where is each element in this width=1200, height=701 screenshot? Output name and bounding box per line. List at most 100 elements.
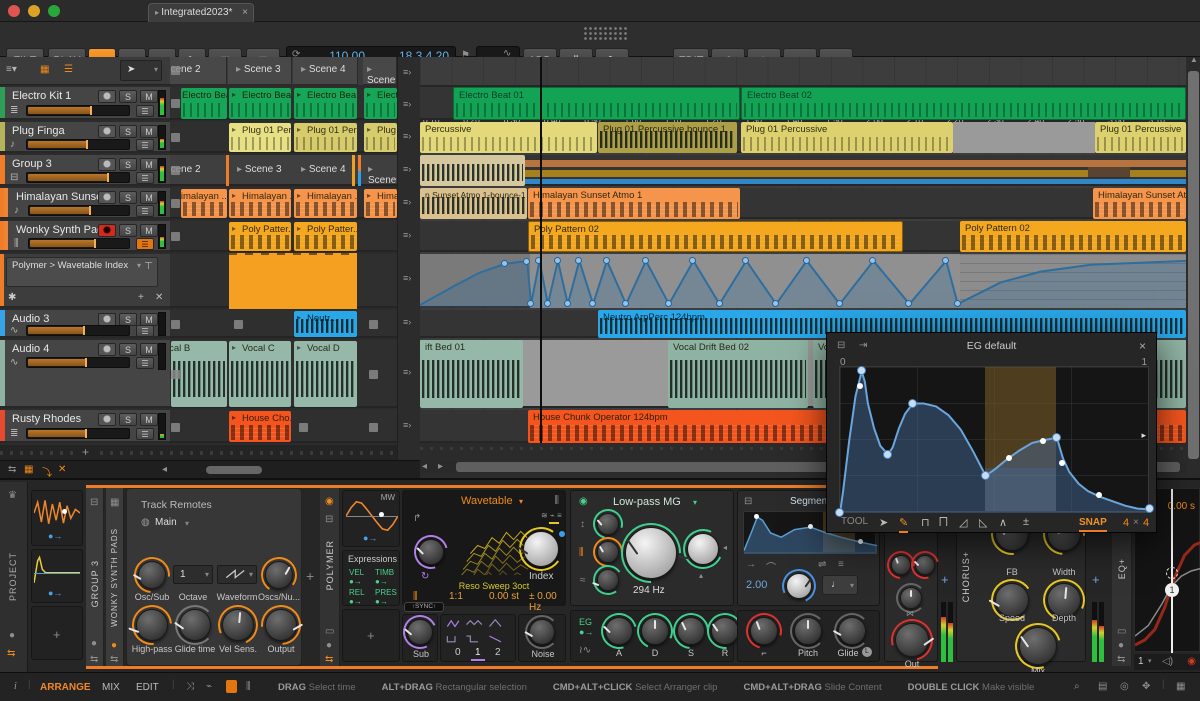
routing-icon[interactable]: ⇆ xyxy=(1117,654,1125,665)
knob-mini-icon[interactable]: ● xyxy=(1118,640,1124,651)
routing-icon[interactable]: ⇆ xyxy=(7,648,15,659)
track-menu-button[interactable]: ☰ xyxy=(136,205,154,217)
launcher-clip[interactable]: ▸Plug 01 Per... xyxy=(294,123,357,152)
launcher-clip[interactable]: Electro Bea...▸ xyxy=(181,88,227,119)
sub-octave-2[interactable]: 2 xyxy=(495,647,501,658)
osc-ratio[interactable]: 1:1 xyxy=(449,591,463,602)
track-name[interactable]: Electro Kit 1 xyxy=(12,90,71,102)
launcher-hscrollbar[interactable] xyxy=(206,466,262,474)
arranger-clip-group-audio[interactable] xyxy=(420,155,525,186)
launcher-clip-automation-region[interactable] xyxy=(229,253,357,309)
sustain-knob[interactable] xyxy=(665,605,717,657)
mod-amount-dot[interactable] xyxy=(559,531,565,537)
track-name[interactable]: Wonky Synth Pads xyxy=(16,224,109,236)
clip-color-icon[interactable] xyxy=(226,680,237,693)
routing-icon[interactable]: ⇆ xyxy=(110,654,118,665)
insert-down-icon[interactable]: ⤵ xyxy=(42,464,52,479)
insert-device-plus[interactable]: + xyxy=(941,572,949,587)
square-shape-icon[interactable]: ⊓ xyxy=(921,516,930,529)
ramp-down-shape-icon[interactable]: ◺ xyxy=(979,516,987,529)
launcher-clip[interactable]: ▸House Cho... xyxy=(229,411,291,442)
triangle-shape-icon[interactable]: ∧ xyxy=(999,516,1007,529)
speed-knob[interactable] xyxy=(987,575,1037,625)
track-name[interactable]: Audio 4 xyxy=(12,343,49,355)
power-icon[interactable]: ◉ xyxy=(325,496,334,507)
mute-button[interactable]: M xyxy=(140,158,158,171)
routing-icon[interactable]: ⇆ xyxy=(90,654,98,665)
curve-point[interactable] xyxy=(664,300,672,308)
close-icon[interactable]: × xyxy=(1139,339,1146,353)
volume-slider[interactable] xyxy=(28,205,130,216)
glide-legato-badge[interactable]: L xyxy=(862,647,872,657)
launcher-clip[interactable]: ▸Electro Bea... xyxy=(364,88,397,119)
lane-expand-icon[interactable]: ≡› xyxy=(403,99,411,109)
plus-minus-icon[interactable]: ± xyxy=(1023,516,1029,528)
steps-icon[interactable]: ≡ xyxy=(838,559,844,570)
mix-knob[interactable] xyxy=(1006,614,1070,678)
knob-mini-icon[interactable]: ● xyxy=(9,630,15,641)
automation-mode-icon[interactable]: ✱ xyxy=(8,292,16,303)
modulation-arrow-icon[interactable]: ●→ xyxy=(363,533,377,543)
glide-time-knob[interactable] xyxy=(174,605,215,645)
lane-expand-icon[interactable]: ≡› xyxy=(403,420,411,430)
cycle-icon[interactable]: ↻ xyxy=(421,571,429,582)
track-name[interactable]: Plug Finga xyxy=(12,125,65,137)
track-menu-button-active[interactable]: ☰ xyxy=(136,238,154,250)
polymer-add-mod[interactable]: + xyxy=(342,609,400,662)
swap-icon[interactable]: ⇆ xyxy=(8,464,16,475)
clip-stop-button[interactable] xyxy=(171,370,180,379)
segments-rate-value[interactable]: 2.00 xyxy=(746,579,767,591)
clip-stop-button[interactable] xyxy=(369,423,378,432)
volume-slider[interactable] xyxy=(26,357,130,368)
osc-detune-st[interactable]: 0.00 st xyxy=(489,591,519,602)
attack-knob[interactable] xyxy=(594,606,644,656)
osc-sub-knob[interactable] xyxy=(126,549,178,601)
routing-icon[interactable]: ⇆ xyxy=(325,654,333,665)
track-header-electro-kit[interactable]: Electro Kit 1 S M ≣ ☰ xyxy=(0,87,170,120)
volume-slider[interactable] xyxy=(26,139,130,150)
group-scene-cell[interactable]: ▸ Scene 4 xyxy=(293,155,351,186)
arm-button[interactable] xyxy=(98,90,116,103)
clip-stop-button[interactable] xyxy=(171,423,180,432)
volume-slider[interactable] xyxy=(26,428,130,439)
volume-slider[interactable] xyxy=(26,105,130,116)
panel-icon[interactable]: ▭ xyxy=(1117,626,1126,637)
zoom-window-button[interactable] xyxy=(48,5,60,17)
arm-button-armed[interactable] xyxy=(98,224,116,237)
project-modulator-wave[interactable]: ●→ xyxy=(31,490,83,546)
hand-tool-icon[interactable]: ✥ xyxy=(1142,681,1150,692)
curve-point[interactable] xyxy=(641,256,649,264)
tool-selector[interactable]: ➤ ▾ xyxy=(120,60,162,81)
launcher-clip[interactable]: ▸Electro Bea... xyxy=(229,88,291,119)
mute-button[interactable]: M xyxy=(140,224,158,237)
solo-button[interactable]: S xyxy=(119,413,137,426)
scroll-up-icon[interactable]: ▲ xyxy=(1190,55,1198,64)
volume-slider[interactable] xyxy=(26,172,130,183)
track-header-group-3[interactable]: Group 3 S M ⊟ ☰ xyxy=(0,155,170,186)
launcher-clip[interactable]: ▸Plug 01 Per... xyxy=(364,123,397,152)
group-scene-cell[interactable]: ▸ Scene 5 xyxy=(363,155,397,186)
arranger-clip-electro-beat-01[interactable]: Electro Beat 01 xyxy=(453,87,740,120)
out-knob[interactable] xyxy=(883,611,941,669)
launcher-clip[interactable]: ▸ Neutr... xyxy=(294,311,357,337)
curve-point[interactable] xyxy=(563,300,571,308)
output-knob[interactable] xyxy=(252,596,310,654)
tab-close-icon[interactable]: × xyxy=(242,7,248,18)
waveform-dropdown[interactable]: ▾ xyxy=(217,565,257,584)
scene-play-icon[interactable]: ▸ xyxy=(301,64,309,75)
curve-point[interactable] xyxy=(807,524,813,530)
wonky-device-strip[interactable]: ▦ WONKY SYNTH PADS ● ⇆ xyxy=(106,488,124,666)
arranger-clip-poly-pattern-left[interactable]: Poly Pattern 02 xyxy=(528,221,903,252)
arm-button[interactable] xyxy=(98,125,116,138)
search-icon[interactable]: ⌕ xyxy=(1074,681,1080,692)
sub-octave-1[interactable]: 1 xyxy=(475,647,481,658)
decay-knob[interactable] xyxy=(631,607,679,655)
knob-mini-icon[interactable]: ● xyxy=(91,638,97,649)
curve-point[interactable] xyxy=(1145,504,1154,514)
track-header-audio-3[interactable]: Audio 3 S M ∿ ☰ xyxy=(0,310,170,338)
curve-point[interactable] xyxy=(501,259,509,267)
lane-expand-icon[interactable]: ≡› xyxy=(403,273,411,283)
solo-button[interactable]: S xyxy=(119,90,137,103)
index-mode-tabs[interactable]: ≋ ⌁ ≡ xyxy=(541,511,562,520)
bend-knob[interactable] xyxy=(739,606,789,656)
